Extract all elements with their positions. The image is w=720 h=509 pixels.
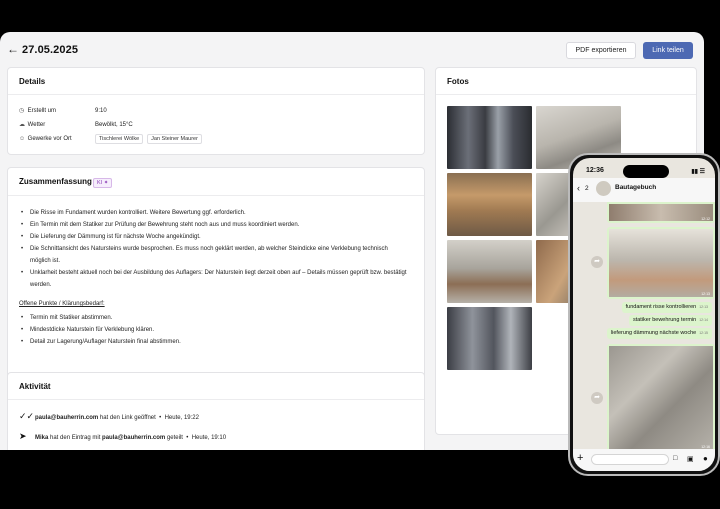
open-item: Mindestdicke Naturstein für Verklebung k…	[19, 324, 409, 336]
summary-item: Ein Termin mit dem Statiker zur Prüfung …	[19, 219, 409, 231]
cloud-icon: ☁	[19, 122, 25, 128]
message-text: statiker bewehrung termin	[632, 317, 697, 323]
activity-target: paula@bauherrin.com	[102, 435, 166, 441]
summary-item: Unklarheit besteht aktuell noch bei der …	[19, 267, 409, 291]
activity-user: Mika	[35, 435, 49, 441]
message-time: 12:14	[699, 318, 708, 322]
open-items-list: Termin mit Statiker abstimmen. Mindestdi…	[19, 312, 409, 348]
divider	[8, 399, 424, 400]
status-time: 12:36	[586, 167, 604, 174]
trades-tags: Tischlerei Wölke Jan Steiner Maurer	[95, 134, 206, 144]
trades-label: Gewerke vor Ort	[27, 136, 72, 142]
plus-icon[interactable]: +	[577, 452, 583, 464]
construction-photo[interactable]	[447, 173, 532, 236]
sparkle-icon: ✦	[103, 180, 109, 186]
summary-list: Die Risse im Fundament wurden kontrollie…	[19, 207, 409, 291]
phone-screen: 12:36 ▮▮ ☰ ‹ 2 Bautagebuch 12:12 12:13 ➦…	[573, 158, 715, 471]
share-link-button[interactable]: Link teilen	[643, 42, 693, 59]
dynamic-island	[623, 165, 669, 178]
ai-badge-label: KI	[97, 180, 103, 186]
chat-image[interactable]: 12:13	[607, 227, 715, 299]
arrow-left-icon[interactable]: ←	[7, 43, 19, 55]
chat-message: fundament risse kontrollieren 12:13	[621, 302, 712, 313]
summary-item: Die Schnittansicht des Natursteins wurde…	[19, 243, 409, 267]
created-row: ◷ Erstellt um 9:10	[19, 106, 107, 116]
summary-title: Zusammenfassung	[19, 177, 92, 186]
weather-row: ☁ Wetter Bewölkt, 15°C	[19, 120, 133, 130]
chat-message: lieferung dämmung nächste woche 12:15	[606, 328, 712, 339]
divider	[8, 195, 424, 196]
activity-text: hat den Eintrag mit	[48, 435, 103, 441]
message-time: 12:15	[699, 331, 708, 335]
camera-icon[interactable]: ▣	[687, 455, 694, 463]
divider	[8, 94, 424, 95]
details-card: Details ◷ Erstellt um 9:10 ☁ Wetter Bewö…	[7, 67, 425, 155]
page-title: 27.05.2025	[22, 44, 79, 56]
message-time: 12:13	[699, 305, 708, 309]
sticker-icon[interactable]: □	[673, 455, 677, 462]
activity-title: Aktivität	[19, 382, 51, 391]
summary-item: Die Lieferung der Dämmung ist für nächst…	[19, 231, 409, 243]
ai-badge: KI ✦	[93, 178, 113, 188]
created-value: 9:10	[95, 108, 107, 114]
photos-title: Fotos	[447, 77, 469, 86]
message-input[interactable]	[591, 454, 669, 465]
people-icon: ☺	[19, 136, 26, 142]
construction-photo[interactable]	[447, 307, 532, 370]
summary-item: Die Risse im Fundament wurden kontrollie…	[19, 207, 409, 219]
chat-image[interactable]: 12:12	[607, 202, 715, 223]
chat-message: statiker bewehrung termin 12:14	[628, 315, 712, 326]
microphone-icon[interactable]: ●	[703, 454, 708, 463]
double-check-icon: ✓✓	[19, 411, 35, 421]
top-bar: ← 27.05.2025 PDF exportieren Link teilen	[0, 32, 704, 66]
forward-icon[interactable]: ➦	[591, 256, 603, 268]
activity-text: hat den Link geöffnet	[98, 415, 156, 421]
unread-count: 2	[585, 185, 589, 192]
weather-value: Bewölkt, 15°C	[95, 122, 133, 128]
open-items-heading: Offene Punkte / Klärungsbedarf:	[19, 301, 105, 307]
avatar[interactable]	[596, 181, 611, 196]
clock-icon: ◷	[19, 108, 25, 114]
activity-item: ➤ Mika hat den Eintrag mit paula@bauherri…	[19, 431, 226, 443]
activity-time: Heute, 19:10	[191, 435, 227, 441]
open-item: Termin mit Statiker abstimmen.	[19, 312, 409, 324]
divider	[436, 94, 696, 95]
created-label: Erstellt um	[27, 108, 57, 114]
phone-mockup: 12:36 ▮▮ ☰ ‹ 2 Bautagebuch 12:12 12:13 ➦…	[568, 153, 720, 476]
message-text: lieferung dämmung nächste woche	[610, 330, 697, 336]
construction-photo[interactable]	[447, 240, 532, 303]
separator-dot: •	[182, 435, 192, 441]
activity-time: Heute, 19:22	[164, 415, 199, 421]
weather-label: Wetter	[27, 122, 46, 128]
trade-tag: Jan Steiner Maurer	[147, 134, 202, 144]
activity-card: Aktivität ✓✓paula@bauherrin.com hat den …	[7, 372, 425, 450]
open-item: Detail zur Lagerung/Auflager Naturstein …	[19, 336, 409, 348]
signal-battery-icon: ▮▮ ☰	[691, 169, 705, 175]
trades-row: ☺ Gewerke vor Ort Tischlerei Wölke Jan St…	[19, 134, 202, 144]
construction-photo[interactable]	[447, 106, 532, 169]
activity-user: paula@bauherrin.com	[35, 415, 99, 421]
separator-dot: •	[155, 415, 165, 421]
export-pdf-button[interactable]: PDF exportieren	[566, 42, 636, 59]
message-input-bar: + □ ▣ ●	[573, 449, 715, 471]
paper-plane-icon: ➤	[19, 431, 27, 441]
chat-name: Bautagebuch	[615, 184, 657, 191]
chat-header: ‹ 2 Bautagebuch	[573, 178, 715, 202]
image-time: 12:12	[701, 217, 710, 221]
message-text: fundament risse kontrollieren	[625, 304, 697, 310]
chevron-left-icon[interactable]: ‹	[577, 183, 580, 193]
image-time: 12:13	[701, 292, 710, 296]
activity-text: geteilt	[165, 435, 183, 441]
trade-tag: Tischlerei Wölke	[95, 134, 144, 144]
summary-card: Zusammenfassung KI ✦ Die Risse im Fundam…	[7, 167, 425, 392]
forward-icon[interactable]: ➦	[591, 392, 603, 404]
chat-image[interactable]: 12:16	[607, 344, 715, 452]
details-title: Details	[19, 77, 46, 86]
activity-item: ✓✓paula@bauherrin.com hat den Link geöff…	[19, 411, 199, 423]
